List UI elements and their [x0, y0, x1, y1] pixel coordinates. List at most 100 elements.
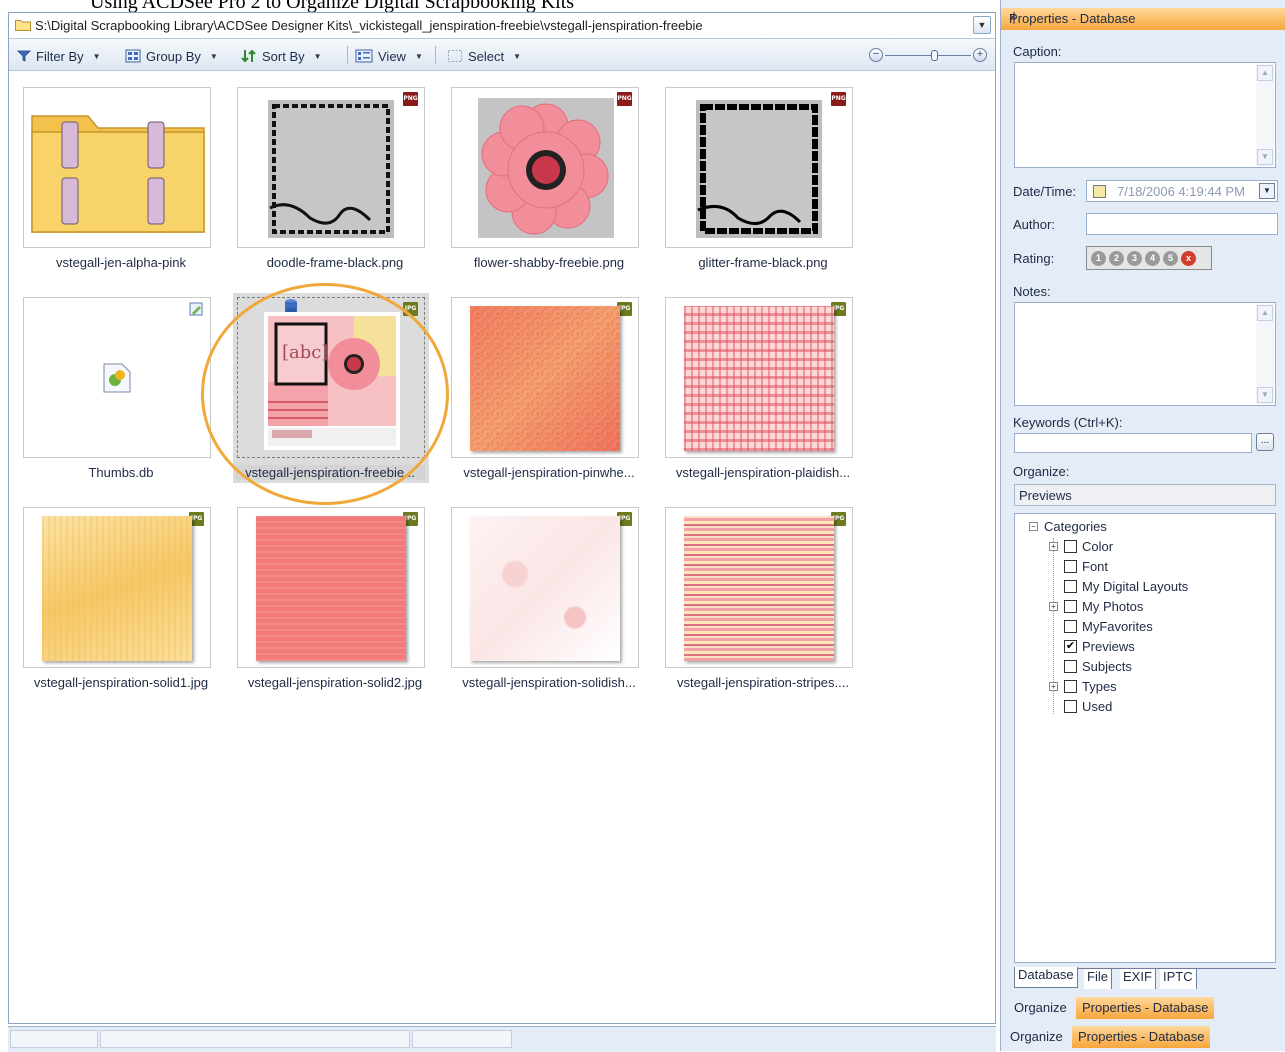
- rating-4[interactable]: 4: [1145, 251, 1160, 266]
- datetime-dropdown-icon[interactable]: ▼: [1259, 183, 1275, 199]
- organize-pane-tab[interactable]: Organize: [1004, 1026, 1069, 1048]
- thumbnail-size-slider[interactable]: − +: [869, 48, 989, 64]
- group-icon: [125, 49, 141, 63]
- tab-iptc[interactable]: IPTC: [1160, 969, 1197, 989]
- category-item-my-digital-layouts[interactable]: My Digital Layouts: [1064, 577, 1188, 595]
- browser-toolbar: Filter By ▼ Group By ▼ Sort By ▼ View ▼ Sele…: [9, 39, 995, 71]
- file-tile[interactable]: JPG vstegall-jenspiration-solid1.jpg: [15, 491, 227, 699]
- file-tile[interactable]: JPG vstegall-jenspiration-pinwhe...: [443, 281, 655, 489]
- funnel-icon: [17, 50, 31, 62]
- slider-track: [885, 55, 971, 56]
- categories-root-row[interactable]: − Categories: [1029, 517, 1107, 535]
- view-button[interactable]: View ▼: [355, 47, 423, 65]
- category-checkbox[interactable]: [1064, 699, 1077, 713]
- keywords-browse-button[interactable]: ...: [1256, 433, 1274, 451]
- sort-arrows-icon: [241, 49, 256, 63]
- address-path[interactable]: S:\Digital Scrapbooking Library\ACDSee D…: [35, 18, 703, 33]
- slider-thumb[interactable]: [931, 50, 938, 61]
- category-checkbox-checked[interactable]: ✔: [1064, 639, 1077, 653]
- scrollbar[interactable]: ▲ ▼: [1256, 304, 1274, 404]
- author-input[interactable]: [1086, 213, 1278, 235]
- datetime-checkbox[interactable]: [1093, 185, 1106, 198]
- file-tile[interactable]: PNG doodle-frame-black.png: [229, 71, 441, 279]
- expand-icon[interactable]: +: [1049, 601, 1058, 611]
- rating-control[interactable]: 1 2 3 4 5 x: [1086, 246, 1212, 270]
- category-checkbox[interactable]: [1064, 539, 1077, 553]
- keywords-input[interactable]: [1014, 433, 1252, 453]
- scroll-down-icon[interactable]: ▼: [1257, 387, 1273, 403]
- file-tile[interactable]: JPG vstegall-jenspiration-stripes....: [657, 491, 869, 699]
- close-icon[interactable]: ×: [1009, 10, 1280, 24]
- category-checkbox[interactable]: [1064, 679, 1077, 693]
- pinwheel-paper-thumbnail: [470, 306, 620, 451]
- category-checkbox[interactable]: [1064, 599, 1077, 613]
- status-segment: [10, 1030, 98, 1048]
- organize-pane-tab[interactable]: Organize: [1008, 997, 1073, 1019]
- category-checkbox[interactable]: [1064, 659, 1077, 673]
- category-label: Types: [1082, 678, 1117, 694]
- scroll-up-icon[interactable]: ▲: [1257, 65, 1273, 81]
- chevron-down-icon: ▼: [977, 20, 987, 30]
- file-tile[interactable]: PNG glitter-frame-black.png: [657, 71, 869, 279]
- scroll-down-icon[interactable]: ▼: [1257, 149, 1273, 165]
- expand-icon[interactable]: +: [1049, 541, 1058, 551]
- notes-textarea[interactable]: ▲ ▼: [1014, 302, 1276, 406]
- caption-textarea[interactable]: ▲ ▼: [1014, 62, 1276, 168]
- category-item-font[interactable]: Font: [1064, 557, 1108, 575]
- category-item-previews[interactable]: ✔ Previews: [1064, 637, 1135, 655]
- group-by-button[interactable]: Group By ▼: [125, 47, 218, 65]
- file-tile[interactable]: JPG vstegall-jenspiration-solid2.jpg: [229, 491, 441, 699]
- category-item-types[interactable]: + Types: [1049, 677, 1117, 695]
- sort-by-button[interactable]: Sort By ▼: [241, 47, 322, 65]
- expand-icon[interactable]: +: [1049, 681, 1058, 691]
- scroll-up-icon[interactable]: ▲: [1257, 305, 1273, 321]
- category-checkbox[interactable]: [1064, 579, 1077, 593]
- thumbnail-frame: JPG: [665, 507, 853, 668]
- file-tile[interactable]: JPG vstegall-jenspiration-plaidish...: [657, 281, 869, 489]
- category-item-my-photos[interactable]: + My Photos: [1049, 597, 1143, 615]
- properties-pane-tab[interactable]: Properties - Database: [1072, 1026, 1211, 1048]
- file-tile[interactable]: Thumbs.db: [15, 281, 227, 489]
- file-name: glitter-frame-black.png: [698, 255, 828, 270]
- file-tile[interactable]: JPG vstegall-jenspiration-solidish...: [443, 491, 655, 699]
- filter-by-button[interactable]: Filter By ▼: [17, 47, 101, 65]
- properties-pane-tab[interactable]: Properties - Database: [1076, 997, 1215, 1019]
- tab-exif[interactable]: EXIF: [1120, 969, 1156, 989]
- file-name: vstegall-jenspiration-plaidish...: [675, 465, 851, 480]
- file-tile[interactable]: PNG flower-shabby-freebie.png: [443, 71, 655, 279]
- datetime-field[interactable]: 7/18/2006 4:19:44 PM ▼: [1086, 180, 1278, 202]
- tab-database[interactable]: Database: [1014, 967, 1078, 988]
- tab-file[interactable]: File: [1084, 969, 1112, 989]
- file-tile[interactable]: vstegall-jen-alpha-pink: [15, 71, 227, 279]
- file-name: doodle-frame-black.png: [266, 255, 404, 270]
- rating-1[interactable]: 1: [1091, 251, 1106, 266]
- document-caption: Using ACDSee Pro 2 to Organize Digital S…: [0, 0, 1000, 12]
- solidish-paper-thumbnail: [470, 516, 620, 661]
- category-label: MyFavorites: [1082, 618, 1153, 634]
- address-bar[interactable]: S:\Digital Scrapbooking Library\ACDSee D…: [9, 13, 995, 39]
- thumbnail-frame: JPG: [451, 297, 639, 458]
- category-item-color[interactable]: + Color: [1049, 537, 1113, 555]
- file-tile-selected[interactable]: JPG [abc] vstegall-jenspiration-freebie.…: [229, 281, 441, 489]
- clear-rating-icon[interactable]: x: [1181, 251, 1196, 266]
- zoom-in-icon[interactable]: +: [973, 48, 987, 62]
- thumbnail-frame: JPG: [237, 507, 425, 668]
- category-item-subjects[interactable]: Subjects: [1064, 657, 1132, 675]
- solid2-paper-thumbnail: [256, 516, 406, 661]
- flower-thumbnail: [478, 98, 614, 238]
- rating-3[interactable]: 3: [1127, 251, 1142, 266]
- zoom-out-icon[interactable]: −: [869, 48, 883, 62]
- scrollbar[interactable]: ▲ ▼: [1256, 64, 1274, 166]
- collapse-icon[interactable]: −: [1029, 521, 1038, 531]
- jpg-badge-icon: JPG: [403, 302, 418, 316]
- select-button[interactable]: Select ▼: [447, 47, 521, 65]
- rating-2[interactable]: 2: [1109, 251, 1124, 266]
- rating-5[interactable]: 5: [1163, 251, 1178, 266]
- category-item-myfavorites[interactable]: MyFavorites: [1064, 617, 1153, 635]
- category-checkbox[interactable]: [1064, 619, 1077, 633]
- file-name: vstegall-jenspiration-solid1.jpg: [33, 675, 209, 690]
- address-dropdown-button[interactable]: ▼: [973, 16, 991, 34]
- category-item-used[interactable]: Used: [1064, 697, 1112, 715]
- thumbnail-grid: vstegall-jen-alpha-pink PNG doodle-frame…: [9, 71, 995, 1023]
- category-checkbox[interactable]: [1064, 559, 1077, 573]
